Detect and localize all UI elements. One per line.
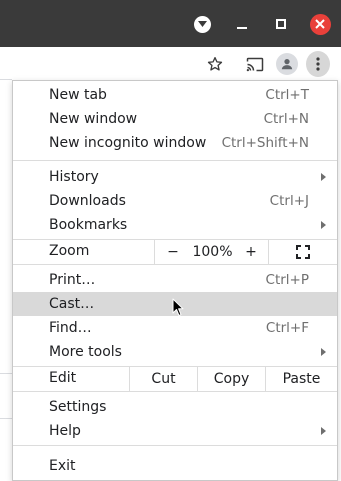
- menu-zoom-row: Zoom − 100% +: [13, 240, 337, 264]
- zoom-level-value: 100%: [192, 244, 233, 260]
- submenu-arrow-icon: [321, 173, 326, 181]
- paste-label: Paste: [282, 371, 321, 387]
- zoom-out-button[interactable]: −: [154, 240, 191, 264]
- menu-edit-row: Edit Cut Copy Paste: [13, 367, 337, 391]
- paste-button[interactable]: Paste: [265, 367, 337, 391]
- menu-item-new-incognito-window[interactable]: New incognito window Ctrl+Shift+N: [13, 131, 337, 155]
- profile-icon: [276, 53, 298, 75]
- close-button[interactable]: [309, 13, 331, 35]
- cast-icon: [246, 57, 264, 71]
- tab-search-button[interactable]: [191, 13, 213, 35]
- menu-separator: [13, 264, 337, 265]
- chrome-app-menu: New tab Ctrl+T New window Ctrl+N New inc…: [12, 80, 338, 481]
- menu-separator: [13, 160, 337, 161]
- menu-item-downloads[interactable]: Downloads Ctrl+J: [13, 189, 337, 213]
- cut-label: Cut: [151, 371, 176, 387]
- menu-item-shortcut: Ctrl+P: [265, 272, 309, 288]
- submenu-arrow-icon: [321, 427, 326, 435]
- menu-item-help[interactable]: Help: [13, 419, 337, 443]
- menu-item-label: Bookmarks: [49, 217, 128, 233]
- mouse-pointer-icon: [172, 298, 184, 316]
- fullscreen-button[interactable]: [268, 240, 337, 264]
- menu-item-label: Cast…: [49, 296, 95, 312]
- page-divider: [0, 418, 12, 419]
- menu-item-label: More tools: [49, 344, 122, 360]
- menu-item-label: Help: [49, 423, 81, 439]
- kebab-menu-button[interactable]: [306, 51, 330, 77]
- tab-search-icon: [193, 15, 211, 33]
- submenu-arrow-icon: [321, 221, 326, 229]
- menu-item-shortcut: Ctrl+J: [269, 193, 309, 209]
- menu-item-more-tools[interactable]: More tools: [13, 340, 337, 364]
- menu-item-shortcut: Ctrl+T: [265, 87, 309, 103]
- menu-item-label: New incognito window: [49, 135, 207, 151]
- menu-item-label: New window: [49, 111, 138, 127]
- bookmark-star-button[interactable]: [203, 52, 227, 76]
- menu-item-settings[interactable]: Settings: [13, 395, 337, 419]
- submenu-arrow-icon: [321, 348, 326, 356]
- zoom-level: 100%: [191, 240, 234, 264]
- maximize-icon: [276, 19, 286, 29]
- menu-item-find[interactable]: Find… Ctrl+F: [13, 316, 337, 340]
- profile-button[interactable]: [275, 52, 299, 76]
- menu-item-new-window[interactable]: New window Ctrl+N: [13, 107, 337, 131]
- cast-button[interactable]: [243, 52, 267, 76]
- menu-item-history[interactable]: History: [13, 165, 337, 189]
- zoom-in-icon: +: [245, 244, 257, 260]
- zoom-label: Zoom: [49, 243, 90, 259]
- menu-separator: [13, 391, 337, 392]
- menu-item-label: Downloads: [49, 193, 126, 209]
- maximize-button[interactable]: [270, 13, 292, 35]
- menu-item-bookmarks[interactable]: Bookmarks: [13, 213, 337, 237]
- page-divider: [0, 373, 12, 374]
- window-titlebar: [0, 0, 341, 47]
- menu-item-label: Print…: [49, 272, 96, 288]
- menu-item-label: History: [49, 169, 99, 185]
- menu-item-label: Exit: [49, 458, 76, 474]
- menu-item-shortcut: Ctrl+Shift+N: [221, 135, 309, 151]
- cut-button[interactable]: Cut: [129, 367, 197, 391]
- edit-label: Edit: [49, 370, 77, 386]
- menu-separator: [13, 445, 337, 446]
- menu-item-shortcut: Ctrl+F: [265, 320, 309, 336]
- copy-label: Copy: [213, 371, 250, 387]
- menu-item-label: New tab: [49, 87, 107, 103]
- close-icon: [309, 13, 331, 35]
- fullscreen-icon: [296, 245, 310, 259]
- menu-item-new-tab[interactable]: New tab Ctrl+T: [13, 83, 337, 107]
- page-divider: [0, 79, 12, 80]
- browser-toolbar: [0, 47, 341, 80]
- minimize-icon: [237, 27, 247, 29]
- menu-item-exit[interactable]: Exit: [13, 454, 337, 478]
- kebab-menu-icon: [306, 51, 330, 77]
- copy-button[interactable]: Copy: [197, 367, 265, 391]
- zoom-in-button[interactable]: +: [234, 240, 268, 264]
- menu-item-print[interactable]: Print… Ctrl+P: [13, 268, 337, 292]
- minimize-button[interactable]: [231, 13, 253, 35]
- menu-item-label: Settings: [49, 399, 107, 415]
- zoom-out-icon: −: [167, 244, 179, 260]
- menu-item-shortcut: Ctrl+N: [263, 111, 309, 127]
- star-icon: [207, 57, 223, 71]
- menu-item-label: Find…: [49, 320, 92, 336]
